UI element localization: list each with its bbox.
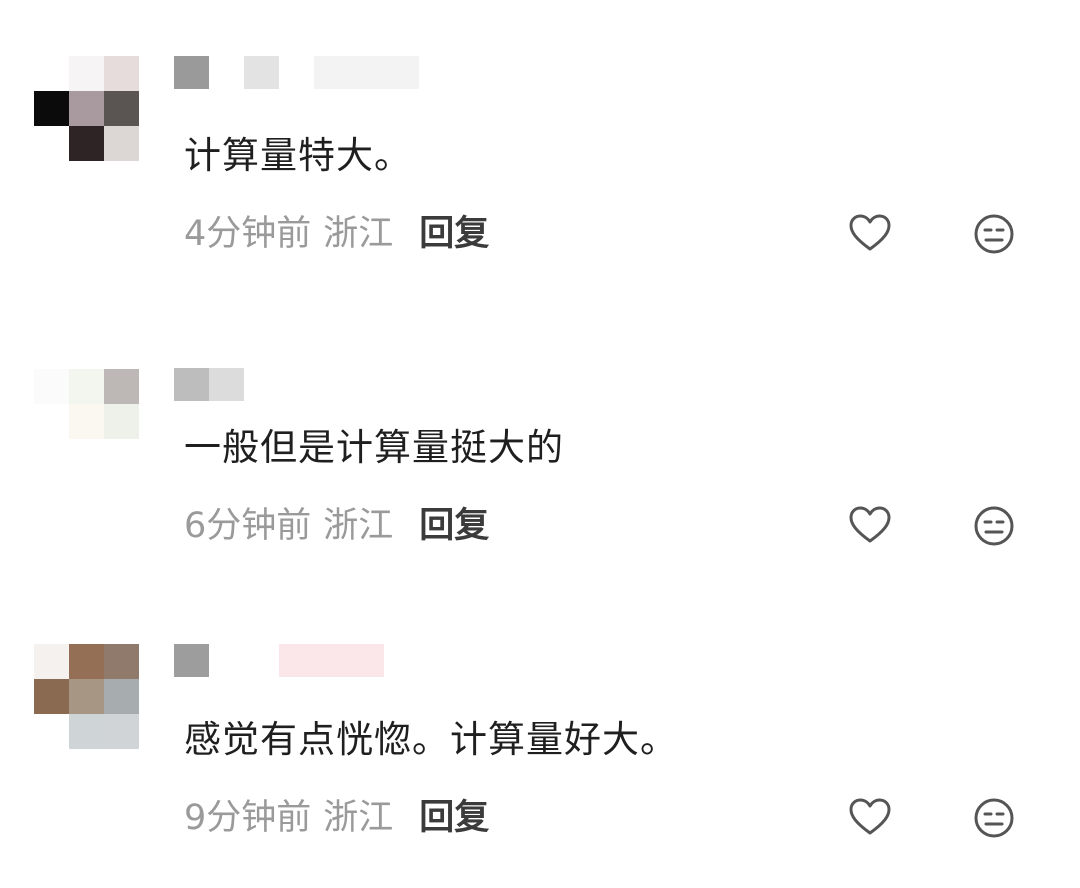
neutral-face-icon[interactable]	[972, 796, 1016, 840]
comment-time: 4分钟前	[184, 214, 312, 254]
avatar[interactable]	[34, 644, 174, 784]
heart-icon[interactable]	[848, 504, 892, 548]
comment-location: 浙江	[323, 506, 394, 546]
comment-item: 一般但是计算量挺大的 6分钟前 浙江 回复	[0, 334, 1080, 614]
comment-text: 感觉有点恍惚。计算量好大。	[184, 718, 678, 761]
comment-item: 感觉有点恍惚。计算量好大。 9分钟前 浙江 回复	[0, 608, 1080, 888]
avatar[interactable]	[34, 334, 174, 474]
comment-meta: 4分钟前 浙江 回复	[184, 212, 489, 256]
comment-meta: 6分钟前 浙江 回复	[184, 504, 489, 548]
reply-button[interactable]: 回复	[419, 506, 489, 546]
comment-meta: 9分钟前 浙江 回复	[184, 796, 489, 840]
username[interactable]	[174, 644, 434, 680]
comment-location: 浙江	[323, 798, 394, 838]
comment-item: 计算量特大。 4分钟前 浙江 回复	[0, 56, 1080, 336]
reply-button[interactable]: 回复	[419, 214, 489, 254]
neutral-face-icon[interactable]	[972, 504, 1016, 548]
comment-time: 6分钟前	[184, 506, 312, 546]
heart-icon[interactable]	[848, 796, 892, 840]
comment-location: 浙江	[323, 214, 394, 254]
heart-icon[interactable]	[848, 212, 892, 256]
comment-time: 9分钟前	[184, 798, 312, 838]
comment-text: 计算量特大。	[184, 134, 412, 177]
neutral-face-icon[interactable]	[972, 212, 1016, 256]
username[interactable]	[174, 56, 434, 92]
username[interactable]	[174, 368, 434, 404]
avatar[interactable]	[34, 56, 174, 196]
reply-button[interactable]: 回复	[419, 798, 489, 838]
comment-text: 一般但是计算量挺大的	[184, 426, 564, 469]
